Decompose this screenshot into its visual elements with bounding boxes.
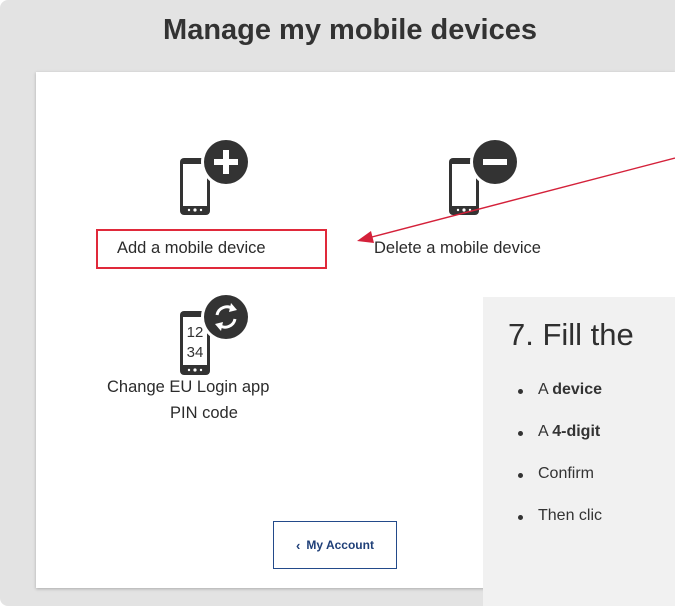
annotation-arrow [357, 157, 675, 243]
dialog-container: Manage my mobile devices Add a mobile de… [0, 0, 675, 606]
